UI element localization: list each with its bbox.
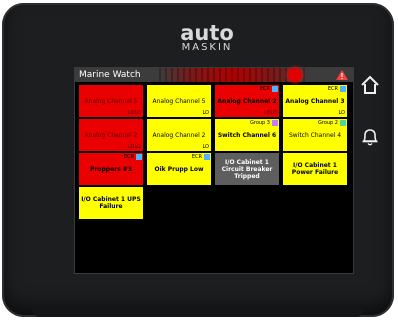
alarm-tile[interactable]: Analog Channel 5 LO — [147, 85, 211, 117]
alarm-bar-pattern — [159, 68, 307, 82]
tile-label: Analog Channel 2 — [217, 97, 277, 105]
tile-label: Analog Channel 5 — [84, 97, 138, 105]
tile-group: Group 3 — [250, 120, 270, 126]
brand-logo: auto MASKIN — [152, 23, 262, 53]
tile-status: LOLO — [263, 110, 277, 116]
tile-label: Analog Channel 5 — [152, 97, 206, 105]
tile-group: ECR — [327, 86, 338, 92]
group-marker — [340, 120, 346, 126]
alarm-tile[interactable]: ECR Analog Channel 2 LOLO — [215, 85, 279, 117]
alarm-indicator-bar — [159, 68, 307, 82]
page-title: Marine Watch — [79, 70, 141, 80]
screen: Marine Watch Analog Channel 5 LOLO Analog … — [74, 67, 354, 274]
brand-sub: MASKIN — [181, 42, 233, 53]
alarm-tile[interactable]: Analog Channel 5 LOLO — [79, 85, 143, 117]
tile-status: LO — [338, 110, 345, 116]
alarm-dot — [288, 68, 302, 82]
bell-icon[interactable] — [360, 127, 380, 147]
tile-group: ECR — [123, 154, 134, 160]
tile-group: ECR — [191, 154, 202, 160]
group-marker — [272, 120, 278, 126]
alarm-tile[interactable]: ECR Proppers #3 — [79, 153, 143, 185]
tile-group: ECR — [259, 86, 270, 92]
group-marker — [272, 86, 278, 92]
alarm-tile[interactable]: ECR Analog Channel 3 LO — [283, 85, 347, 117]
alarm-tile[interactable]: I/O Cabinet 1 UPS Failure — [79, 187, 143, 219]
alarm-tile[interactable]: Analog Channel 2 LOLO — [79, 119, 143, 151]
tile-label: I/O Cabinet 1 Circuit Breaker Tripped — [221, 158, 273, 180]
tile-status: LO — [202, 110, 209, 116]
group-marker — [204, 154, 210, 160]
tile-label: Analog Channel 2 — [84, 131, 138, 139]
group-marker — [136, 154, 142, 160]
tile-status: LO — [202, 144, 209, 150]
tile-label: Analog Channel 3 — [285, 97, 345, 105]
alarm-tile[interactable]: I/O Cabinet 1 Circuit Breaker Tripped — [215, 153, 279, 185]
alarm-tile[interactable]: ECR Oik Prupp Low — [147, 153, 211, 185]
warning-icon[interactable] — [336, 70, 348, 80]
tile-label: Switch Channel 4 — [288, 131, 342, 139]
tile-status: LOLO — [127, 110, 141, 116]
tile-status: LOLO — [127, 144, 141, 150]
alarm-tile[interactable]: Analog Channel 2 LO — [147, 119, 211, 151]
tile-group: Group 2 — [318, 120, 338, 126]
tile-label: Proppers #3 — [90, 165, 132, 173]
alarm-tile[interactable]: I/O Cabinet 1 Power Failure — [283, 153, 347, 185]
tile-label: I/O Cabinet 1 Power Failure — [291, 162, 339, 176]
device-foot — [32, 309, 364, 317]
group-marker — [340, 86, 346, 92]
tile-label: I/O Cabinet 1 UPS Failure — [81, 196, 141, 210]
alarm-tile[interactable]: Group 2 Switch Channel 4 — [283, 119, 347, 151]
screen-header: Marine Watch — [75, 68, 353, 82]
tile-label: Switch Channel 6 — [217, 131, 277, 139]
tile-label: Analog Channel 2 — [152, 131, 206, 139]
display-bezel: auto MASKIN Marine Watch Analog Channel … — [2, 3, 394, 317]
alarm-tile[interactable]: Group 3 Switch Channel 6 — [215, 119, 279, 151]
brand-name: auto — [180, 21, 234, 45]
tile-label: Oik Prupp Low — [154, 165, 204, 173]
home-icon[interactable] — [360, 75, 380, 95]
